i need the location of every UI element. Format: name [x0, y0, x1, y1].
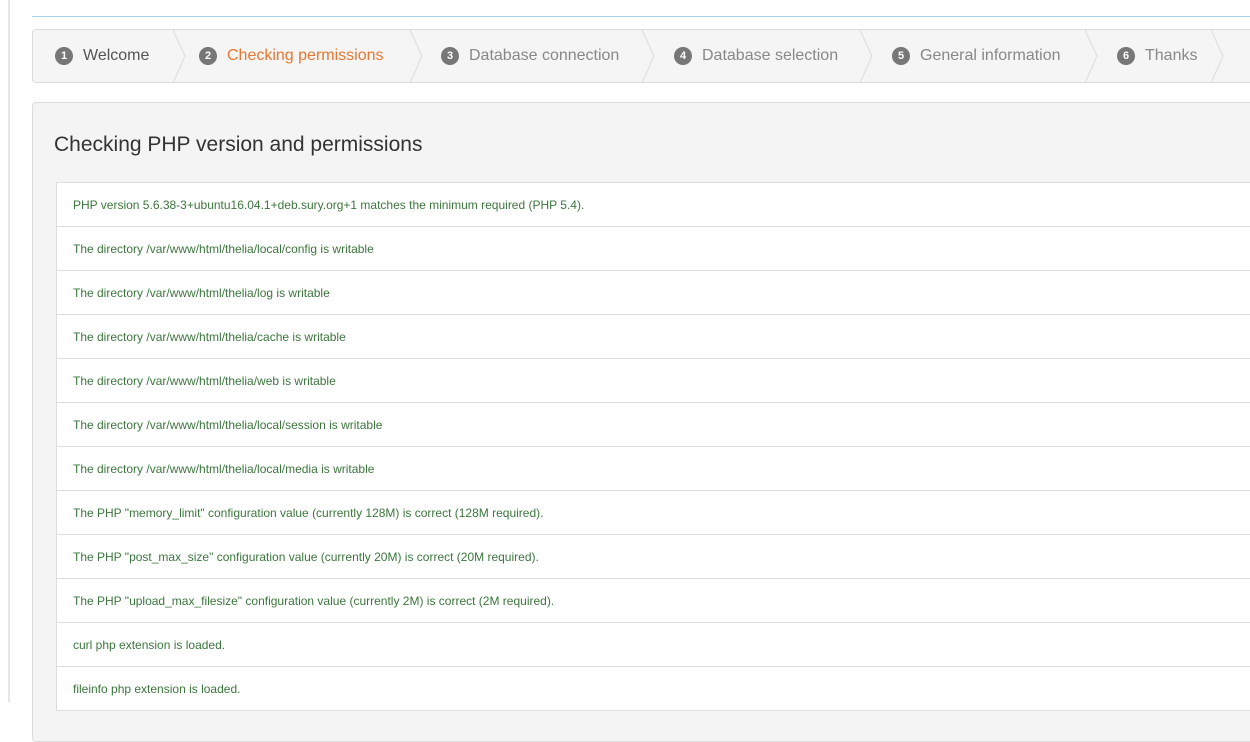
- step-thanks[interactable]: 6 Thanks: [1117, 30, 1197, 82]
- check-item: PHP version 5.6.38-3+ubuntu16.04.1+deb.s…: [56, 183, 1250, 227]
- check-item: The directory /var/www/html/thelia/local…: [56, 447, 1250, 491]
- left-divider: [8, 0, 10, 702]
- step-label: Thanks: [1145, 47, 1198, 64]
- step-general-information[interactable]: 5 General information: [892, 30, 1061, 82]
- step-label: Checking permissions: [227, 47, 384, 64]
- step-label: Database selection: [702, 47, 839, 64]
- step-number-badge: 2: [199, 47, 217, 65]
- step-database-connection[interactable]: 3 Database connection: [441, 30, 619, 82]
- step-number-badge: 5: [892, 47, 910, 65]
- step-label: Welcome: [83, 47, 150, 64]
- step-number-badge: 6: [1117, 47, 1135, 65]
- step-label: General information: [920, 47, 1061, 64]
- step-welcome[interactable]: 1 Welcome: [55, 30, 149, 82]
- check-item: The directory /var/www/html/thelia/local…: [56, 227, 1250, 271]
- step-checking-permissions[interactable]: 2 Checking permissions: [199, 30, 384, 82]
- page-title: Checking PHP version and permissions: [54, 133, 423, 156]
- check-item: The PHP "upload_max_filesize" configurat…: [56, 579, 1250, 623]
- check-item: curl php extension is loaded.: [56, 623, 1250, 667]
- check-item: The PHP "memory_limit" configuration val…: [56, 491, 1250, 535]
- step-number-badge: 1: [55, 47, 73, 65]
- check-item: The directory /var/www/html/thelia/log i…: [56, 271, 1250, 315]
- top-divider: [32, 16, 1250, 17]
- check-item: The PHP "post_max_size" configuration va…: [56, 535, 1250, 579]
- checks-list: PHP version 5.6.38-3+ubuntu16.04.1+deb.s…: [56, 182, 1250, 711]
- check-item: The directory /var/www/html/thelia/web i…: [56, 359, 1250, 403]
- permissions-panel: Checking PHP version and permissions PHP…: [32, 102, 1250, 742]
- check-item: The directory /var/www/html/thelia/cache…: [56, 315, 1250, 359]
- step-number-badge: 3: [441, 47, 459, 65]
- check-item: fileinfo php extension is loaded.: [56, 667, 1250, 711]
- wizard-steps: 1 Welcome 2 Checking permissions 3 Datab…: [32, 29, 1250, 83]
- step-number-badge: 4: [674, 47, 692, 65]
- step-label: Database connection: [469, 47, 620, 64]
- step-database-selection[interactable]: 4 Database selection: [674, 30, 838, 82]
- check-item: The directory /var/www/html/thelia/local…: [56, 403, 1250, 447]
